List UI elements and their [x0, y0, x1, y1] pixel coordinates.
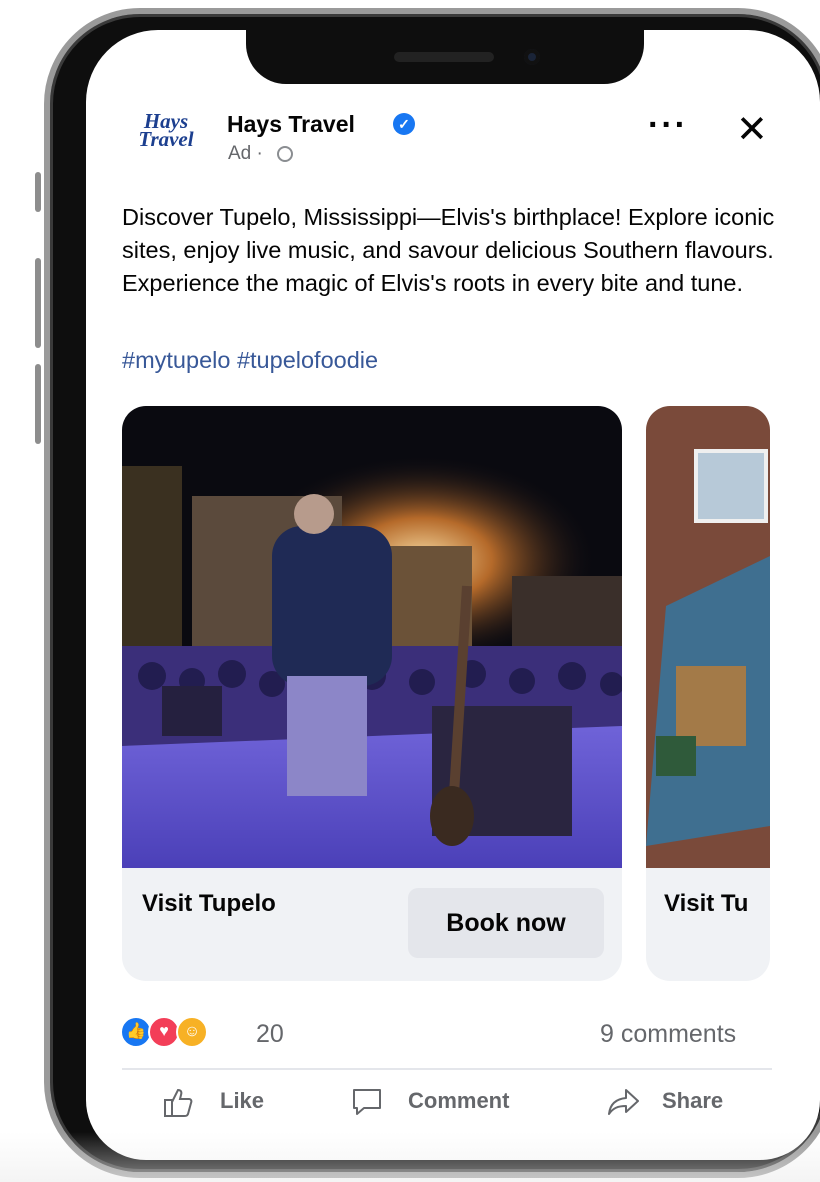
divider	[122, 1068, 772, 1070]
sponsored-label: Ad ·	[228, 143, 263, 164]
comments-count[interactable]: 9 comments	[600, 1020, 736, 1049]
like-button[interactable]: Like	[162, 1088, 265, 1117]
thumbs-up-icon	[164, 1088, 193, 1117]
share-button[interactable]: Share	[606, 1088, 724, 1115]
phone-speaker	[394, 52, 494, 62]
card-title: Visit Tupelo	[142, 890, 276, 917]
card-title: Visit Tu	[664, 890, 749, 917]
comment-button[interactable]: Comment	[350, 1088, 510, 1115]
phone-camera	[524, 49, 540, 65]
like-label: Like	[220, 1088, 265, 1113]
phone-volume-down	[35, 364, 41, 444]
share-label: Share	[662, 1088, 724, 1113]
comment-label: Comment	[408, 1088, 510, 1113]
mural-image	[646, 406, 770, 868]
concert-image	[122, 406, 622, 868]
share-icon	[608, 1089, 639, 1115]
more-icon[interactable]: ···	[648, 108, 688, 142]
verified-icon: ✓	[393, 113, 415, 135]
comment-icon	[353, 1089, 381, 1115]
post-text: Discover Tupelo, Mississippi—Elvis's bir…	[122, 204, 775, 296]
globe-icon	[277, 146, 293, 162]
reaction-count[interactable]: 20	[256, 1020, 284, 1049]
phone-mute-switch	[35, 172, 41, 212]
close-icon[interactable]: ✕	[736, 110, 768, 150]
hashtags[interactable]: #mytupelo #tupelofoodie	[122, 344, 378, 377]
page-name[interactable]: Hays Travel	[227, 111, 355, 138]
phone-volume-up	[35, 258, 41, 348]
advertiser-logo[interactable]: Hays Travel	[126, 111, 206, 151]
logo-line-2: Travel	[138, 127, 194, 151]
book-now-button[interactable]: Book now	[408, 888, 604, 958]
reaction-summary[interactable]: 👍 ♥ ☺	[120, 1016, 240, 1050]
care-reaction-icon: ☺	[176, 1016, 208, 1048]
